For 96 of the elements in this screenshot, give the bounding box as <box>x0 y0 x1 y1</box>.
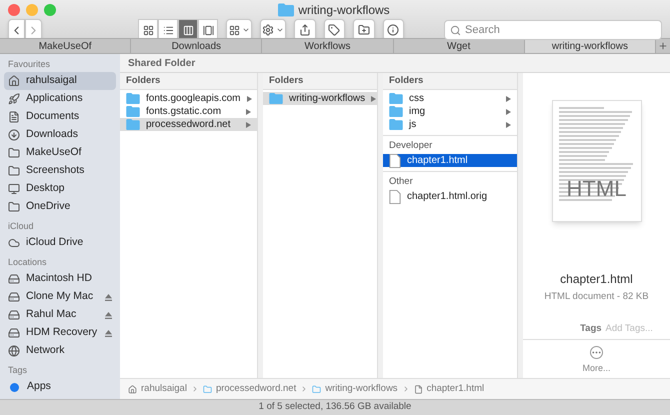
docs-icon <box>8 111 20 123</box>
gear-icon <box>262 24 274 36</box>
folder-icon <box>389 106 403 117</box>
file-row[interactable]: chapter1.html <box>383 154 517 167</box>
eject-icon[interactable] <box>105 312 112 318</box>
download-icon <box>8 129 20 141</box>
path-item[interactable]: chapter1.html <box>414 382 484 396</box>
search-field[interactable]: Search <box>444 20 662 40</box>
plus-icon <box>658 41 668 51</box>
tags-label: Tags <box>580 322 602 336</box>
status-text: 1 of 5 selected, 136.56 GB available <box>258 400 412 414</box>
home-icon <box>128 384 137 394</box>
folder-icon <box>126 119 140 130</box>
window-title: writing-workflows <box>298 2 390 19</box>
gallery-view-icon <box>202 24 214 36</box>
sidebar-item[interactable]: Applications <box>4 90 116 108</box>
new-folder-icon <box>358 24 370 36</box>
more-button[interactable]: More... <box>582 362 610 375</box>
close-button[interactable] <box>8 4 20 16</box>
file-name: chapter1.html <box>560 271 633 288</box>
document-icon <box>389 190 401 204</box>
sidebar-section-title: Favourites <box>7 58 52 71</box>
group-title: Developer <box>388 138 434 153</box>
folder-icon <box>389 93 403 104</box>
column-header: Folders <box>126 74 160 88</box>
search-icon <box>450 25 461 36</box>
info-icon <box>387 24 400 36</box>
document-icon <box>389 154 401 168</box>
sidebar-item[interactable]: Desktop <box>4 180 116 198</box>
folder-icon <box>389 119 403 130</box>
column-header: Folders <box>269 74 304 88</box>
sidebar-item[interactable]: Screenshots <box>4 162 116 180</box>
disclosure-triangle-icon <box>506 122 511 128</box>
eject-icon[interactable] <box>105 330 112 336</box>
eject-icon[interactable] <box>105 294 112 300</box>
file-row[interactable]: img <box>383 105 517 118</box>
shared-folder-header: Shared Folder <box>128 56 196 70</box>
sidebar-item[interactable]: Downloads <box>4 126 116 144</box>
disclosure-triangle-icon <box>371 96 376 102</box>
columns-view-icon <box>182 24 194 36</box>
sidebar-item[interactable]: OneDrive <box>4 198 116 216</box>
folder-icon <box>269 93 283 104</box>
sidebar-section-title: Locations <box>7 256 48 269</box>
sidebar-item[interactable]: Network <box>4 342 116 360</box>
path-item[interactable]: rahulsaigal <box>128 382 187 396</box>
grid-icon <box>228 24 240 36</box>
document-icon <box>414 384 423 394</box>
caret-icon <box>276 26 284 34</box>
sidebar-item[interactable]: rahulsaigal <box>4 72 116 90</box>
file-info: HTML document - 82 KB <box>544 290 649 304</box>
file-type-label: HTML <box>566 175 628 203</box>
home-icon <box>8 75 20 87</box>
icons-view-icon <box>142 24 154 36</box>
file-row[interactable]: chapter1.html.orig <box>383 190 517 203</box>
disclosure-triangle-icon <box>506 96 511 102</box>
folder-icon <box>8 147 20 159</box>
more-icon[interactable] <box>590 346 603 358</box>
desktop-icon <box>8 183 20 195</box>
sidebar-item[interactable]: Macintosh HD <box>4 270 116 288</box>
caret-icon <box>242 26 250 34</box>
disclosure-triangle-icon <box>246 122 251 128</box>
sidebar-item[interactable]: HDM Recovery <box>4 324 116 342</box>
sidebar-item[interactable]: iCloud Drive <box>4 234 116 252</box>
share-icon <box>298 24 311 36</box>
folder-icon <box>126 106 140 117</box>
disclosure-triangle-icon <box>506 108 511 114</box>
path-item[interactable]: processedword.net <box>202 382 296 396</box>
tag-icon <box>328 24 340 36</box>
sidebar-section-title: Tags <box>7 364 28 377</box>
tab[interactable]: writing-workflows <box>524 39 656 53</box>
folder-icon <box>278 3 294 17</box>
file-row[interactable]: fonts.gstatic.com <box>120 105 257 118</box>
apps-icon <box>8 93 20 105</box>
folder-icon <box>8 201 20 213</box>
file-row[interactable]: writing-workflows <box>263 92 377 105</box>
folder-icon <box>126 93 140 104</box>
sidebar-item[interactable]: Apps <box>4 378 116 396</box>
path-item[interactable]: writing-workflows <box>312 382 398 396</box>
file-row[interactable]: js <box>383 118 517 131</box>
sidebar-item[interactable]: MakeUseOf <box>4 144 116 162</box>
sidebar-item[interactable]: Documents <box>4 108 116 126</box>
sidebar-item[interactable]: Rahul Mac <box>4 306 116 324</box>
disclosure-triangle-icon <box>246 108 251 114</box>
file-row[interactable]: processedword.net <box>120 118 257 131</box>
sidebar-section-title: iCloud <box>7 220 35 233</box>
column-header: Folders <box>389 74 424 88</box>
group-title: Other <box>388 174 414 189</box>
disclosure-triangle-icon <box>246 96 252 102</box>
cloud-icon <box>8 237 20 249</box>
file-row[interactable]: fonts.googleapis.com <box>120 92 257 105</box>
sidebar-item[interactable]: Clone My Mac <box>4 288 116 306</box>
folder-icon <box>312 384 322 394</box>
network-icon <box>8 345 20 357</box>
folder-icon <box>202 384 212 394</box>
folder-icon <box>8 165 20 177</box>
file-row[interactable]: css <box>383 92 517 105</box>
